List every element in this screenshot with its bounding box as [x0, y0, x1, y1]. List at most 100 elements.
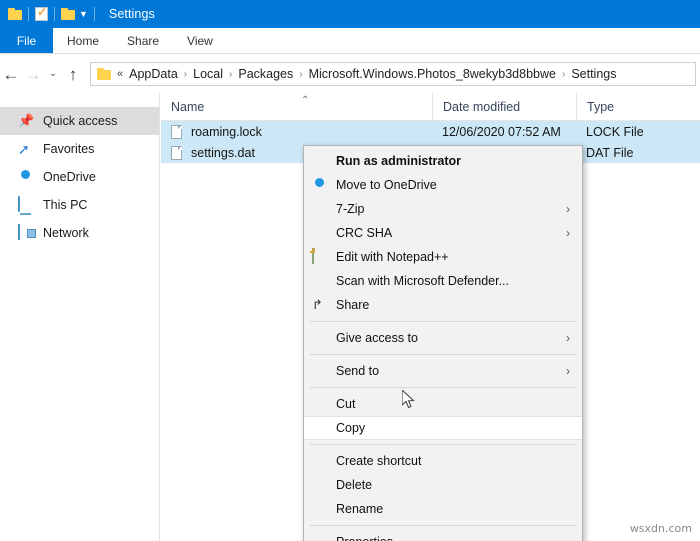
menu-item-edit-with-notepadpp[interactable]: Edit with Notepad++	[304, 245, 582, 269]
menu-separator	[310, 387, 576, 388]
menu-item-label: Edit with Notepad++	[336, 250, 449, 264]
menu-item-crc-sha[interactable]: CRC SHA ›	[304, 221, 582, 245]
sidebar-item-onedrive[interactable]: OneDrive	[0, 163, 159, 191]
sort-ascending-icon: ⌃	[301, 94, 310, 106]
up-arrow-icon[interactable]: ↑	[62, 66, 84, 83]
watermark: wsxdn.com	[629, 522, 692, 535]
menu-item-label: Run as administrator	[336, 154, 462, 168]
tab-view[interactable]: View	[173, 28, 227, 53]
menu-separator	[310, 321, 576, 322]
chevron-down-icon[interactable]: ▼	[79, 9, 88, 19]
network-icon	[18, 224, 34, 241]
window-title: Settings	[108, 7, 155, 21]
breadcrumb-separator: ›	[299, 68, 303, 80]
menu-item-label: Send to	[336, 364, 380, 378]
breadcrumb-item-settings[interactable]: Settings	[571, 67, 616, 81]
chevron-right-icon: ›	[566, 202, 570, 216]
tab-home[interactable]: Home	[53, 28, 113, 53]
monitor-icon	[18, 196, 34, 213]
folder-icon[interactable]	[8, 8, 22, 20]
file-date-cell: 12/06/2020 07:52 AM	[442, 124, 561, 139]
sidebar-item-this-pc[interactable]: This PC	[0, 191, 159, 219]
chevron-right-icon: ›	[566, 226, 570, 240]
column-header-date-modified[interactable]: Date modified	[432, 92, 576, 121]
menu-item-7-zip[interactable]: 7-Zip ›	[304, 197, 582, 221]
menu-separator	[310, 444, 576, 445]
navigation-pane: Quick access ➚ Favorites OneDrive This P…	[0, 93, 160, 541]
menu-item-properties[interactable]: Properties	[304, 530, 582, 541]
blank-icon	[312, 453, 330, 469]
menu-item-scan-with-defender[interactable]: Scan with Microsoft Defender...	[304, 269, 582, 293]
cloud-icon	[18, 169, 34, 185]
column-header-name[interactable]: Name ⌃	[161, 93, 432, 121]
menu-item-delete[interactable]: Delete	[304, 473, 582, 497]
properties-icon[interactable]	[35, 5, 48, 21]
breadcrumb: AppData › Local › Packages › Microsoft.W…	[129, 67, 616, 81]
blank-icon	[312, 534, 330, 541]
menu-item-give-access-to[interactable]: Give access to ›	[304, 326, 582, 350]
breadcrumb-item-photos-package[interactable]: Microsoft.Windows.Photos_8wekyb3d8bbwe	[309, 67, 556, 81]
star-arrow-icon: ➚	[18, 141, 30, 157]
toolbar-divider	[93, 7, 95, 21]
sidebar-item-label: Network	[43, 226, 89, 240]
menu-item-send-to[interactable]: Send to ›	[304, 359, 582, 383]
column-headers: Name ⌃ Date modified Type	[161, 92, 700, 121]
sidebar-item-quick-access[interactable]: Quick access	[0, 107, 159, 135]
menu-item-label: Scan with Microsoft Defender...	[336, 274, 509, 288]
tab-share[interactable]: Share	[113, 28, 173, 53]
forward-arrow-icon[interactable]: →	[22, 66, 44, 83]
sidebar-item-favorites[interactable]: ➚ Favorites	[0, 135, 159, 163]
menu-item-create-shortcut[interactable]: Create shortcut	[304, 449, 582, 473]
chevron-right-icon: ›	[566, 331, 570, 345]
toolbar-divider	[28, 7, 29, 21]
breadcrumb-item-packages[interactable]: Packages	[238, 67, 293, 81]
breadcrumb-item-appdata[interactable]: AppData	[129, 67, 178, 81]
recent-locations-icon[interactable]: ⌄	[44, 69, 62, 79]
tab-file[interactable]: File	[0, 28, 53, 53]
column-header-type[interactable]: Type	[576, 92, 700, 121]
sidebar-item-label: This PC	[43, 198, 88, 212]
sidebar-item-label: OneDrive	[43, 170, 96, 184]
menu-item-label: Give access to	[336, 331, 418, 345]
menu-item-label: 7-Zip	[336, 202, 365, 216]
blank-icon	[312, 201, 330, 217]
sidebar-item-network[interactable]: Network	[0, 219, 159, 247]
blank-icon	[312, 225, 330, 241]
file-type-cell: DAT File	[586, 145, 634, 160]
column-header-label: Date modified	[443, 99, 521, 114]
menu-item-label: CRC SHA	[336, 226, 393, 240]
menu-item-label: Create shortcut	[336, 454, 422, 468]
sidebar-item-label: Favorites	[43, 142, 95, 156]
breadcrumb-overflow[interactable]: «	[117, 68, 123, 80]
toolbar-divider	[54, 7, 55, 21]
file-name-label: roaming.lock	[191, 124, 262, 139]
blank-icon	[312, 330, 330, 346]
menu-item-share[interactable]: ↱ Share	[304, 293, 582, 317]
file-name-label: settings.dat	[191, 145, 255, 160]
menu-item-rename[interactable]: Rename	[304, 497, 582, 521]
menu-item-label: Delete	[336, 478, 373, 492]
column-header-label: Type	[587, 99, 615, 114]
menu-item-move-to-onedrive[interactable]: Move to OneDrive	[304, 173, 582, 197]
new-folder-icon[interactable]	[61, 8, 75, 20]
back-arrow-icon[interactable]: ←	[0, 66, 22, 83]
blank-icon	[312, 501, 330, 517]
mouse-cursor-icon	[401, 388, 416, 410]
blank-icon	[312, 420, 330, 436]
file-explorer-window: ▼ Settings File Home Share View ← → ⌄ ↑ …	[0, 0, 700, 541]
notepadpp-icon	[312, 248, 330, 265]
file-type-cell: LOCK File	[586, 124, 644, 139]
menu-item-cut[interactable]: Cut	[304, 392, 582, 416]
menu-item-label: Share	[336, 298, 370, 312]
breadcrumb-bar[interactable]: « AppData › Local › Packages › Microsoft…	[90, 62, 696, 86]
menu-item-copy[interactable]: Copy	[304, 416, 582, 440]
folder-icon	[97, 68, 111, 80]
menu-item-label: Copy	[336, 421, 366, 435]
breadcrumb-separator: ›	[229, 68, 233, 80]
sidebar-item-label: Quick access	[43, 114, 118, 128]
menu-separator	[310, 354, 576, 355]
breadcrumb-item-local[interactable]: Local	[193, 67, 223, 81]
file-icon	[171, 124, 182, 139]
menu-item-run-as-administrator[interactable]: Run as administrator	[304, 149, 582, 173]
table-row[interactable]: roaming.lock 12/06/2020 07:52 AM LOCK Fi…	[161, 121, 700, 142]
